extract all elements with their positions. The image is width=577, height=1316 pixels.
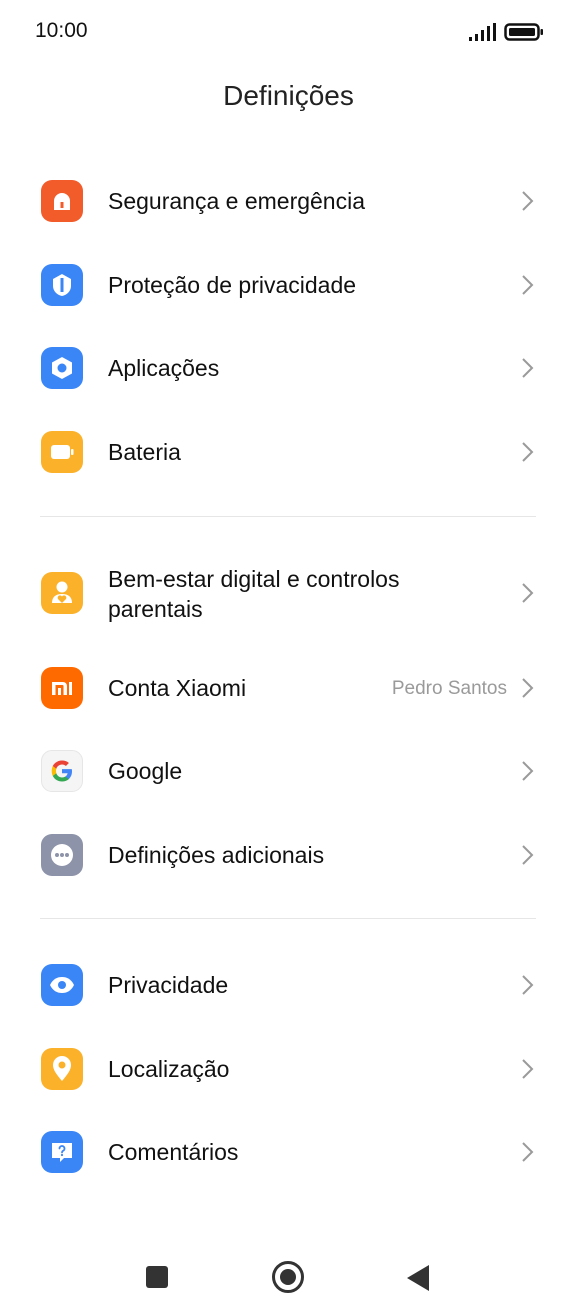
settings-item-label: Conta Xiaomi [108, 675, 247, 701]
status-bar: 10:00 [0, 0, 577, 64]
shield-icon [41, 264, 83, 306]
chevron-right-icon [522, 761, 534, 781]
section-divider [40, 918, 536, 919]
alarm-icon [41, 180, 83, 222]
settings-item-label: Aplicações [108, 355, 220, 381]
chevron-right-icon [522, 975, 534, 995]
settings-item-label-line2: parentais [108, 596, 203, 622]
chevron-right-icon [522, 442, 534, 462]
signal-icon [469, 23, 496, 41]
person-heart-icon [41, 572, 83, 614]
settings-item-label: Segurança e emergência [108, 188, 365, 214]
settings-item-label: Comentários [108, 1139, 239, 1165]
settings-item-battery[interactable]: Bateria [0, 411, 577, 493]
battery-settings-icon [41, 431, 83, 473]
chevron-right-icon [522, 1059, 534, 1079]
page-title: Definições [223, 80, 354, 111]
eye-icon [41, 964, 83, 1006]
settings-item-wellbeing[interactable]: Bem-estar digital e controlos parentais [0, 551, 577, 637]
chevron-right-icon [522, 583, 534, 603]
home-icon[interactable] [272, 1261, 304, 1293]
settings-item-additional[interactable]: Definições adicionais [0, 814, 577, 896]
recents-icon[interactable] [146, 1266, 168, 1288]
chevron-right-icon [522, 678, 534, 698]
settings-item-label: Privacidade [108, 972, 229, 998]
mi-logo-icon [41, 667, 83, 709]
battery-icon [504, 23, 543, 41]
settings-item-google[interactable]: Google [0, 730, 577, 812]
settings-item-xiaomi-account[interactable]: Conta Xiaomi Pedro Santos [0, 647, 577, 729]
more-dots-icon [41, 834, 83, 876]
location-pin-icon [41, 1048, 83, 1090]
settings-item-privacy-protection[interactable]: Proteção de privacidade [0, 244, 577, 326]
chevron-right-icon [522, 191, 534, 211]
status-time: 10:00 [35, 19, 88, 42]
chevron-right-icon [522, 358, 534, 378]
settings-item-security[interactable]: Segurança e emergência [0, 160, 577, 242]
settings-item-label-line1: Bem-estar digital e controlos [108, 566, 400, 592]
settings-item-label: Localização [108, 1056, 230, 1082]
feedback-question-icon [41, 1131, 83, 1173]
chevron-right-icon [522, 275, 534, 295]
section-divider [40, 516, 536, 517]
settings-item-apps[interactable]: Aplicações [0, 327, 577, 409]
settings-item-privacy[interactable]: Privacidade [0, 944, 577, 1026]
settings-item-label: Definições adicionais [108, 842, 325, 868]
hexagon-icon [41, 347, 83, 389]
settings-item-feedback[interactable]: Comentários [0, 1111, 577, 1193]
settings-item-label: Google [108, 758, 183, 784]
back-icon[interactable] [407, 1265, 429, 1291]
settings-item-location[interactable]: Localização [0, 1028, 577, 1110]
settings-item-label: Proteção de privacidade [108, 272, 357, 298]
navigation-bar [0, 1240, 577, 1316]
account-name-value: Pedro Santos [391, 678, 507, 699]
chevron-right-icon [522, 845, 534, 865]
google-g-icon [41, 750, 83, 792]
chevron-right-icon [522, 1142, 534, 1162]
settings-item-label: Bateria [108, 439, 181, 465]
